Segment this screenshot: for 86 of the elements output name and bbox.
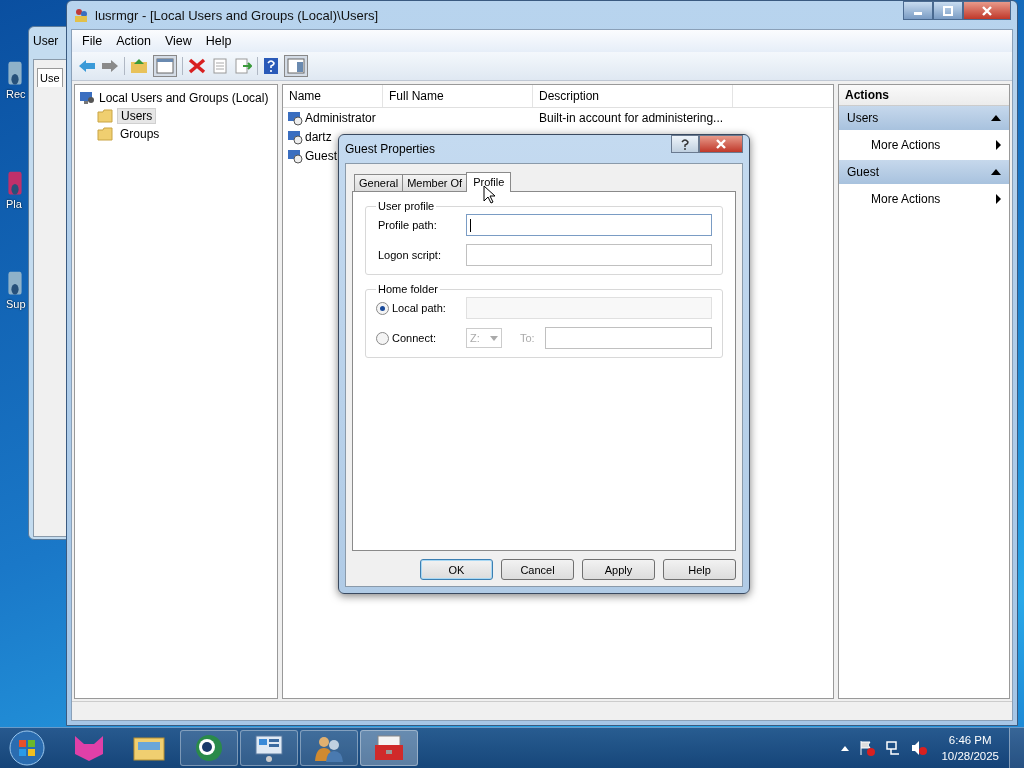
collapse-icon[interactable]: [991, 169, 1001, 175]
tab[interactable]: Profile: [466, 172, 512, 192]
help-icon[interactable]: [263, 57, 279, 75]
dialog-title: Guest Properties: [345, 142, 436, 156]
field-label: Profile path:: [377, 219, 438, 231]
monitor-icon[interactable]: [252, 733, 286, 763]
submenu-arrow-icon[interactable]: [996, 194, 1001, 204]
input-field[interactable]: [466, 244, 712, 266]
close-button[interactable]: [699, 135, 743, 153]
desktop-icon-label[interactable]: Sup: [6, 298, 26, 310]
desktop-shortcut-icon[interactable]: [6, 270, 24, 298]
action-pane-icon[interactable]: [284, 55, 308, 77]
window-title: lusrmgr - [Local Users and Groups (Local)\Users]: [95, 7, 379, 23]
help-button[interactable]: [671, 135, 699, 153]
menu-item[interactable]: View: [158, 33, 198, 49]
dialog-button[interactable]: Cancel: [501, 559, 574, 580]
computer-users-icon: [79, 90, 95, 106]
maximize-button[interactable]: [933, 1, 963, 20]
tab[interactable]: Member Of: [402, 174, 468, 191]
flag-warning-icon[interactable]: [859, 740, 876, 756]
action-link[interactable]: More Actions: [871, 138, 941, 152]
dialog-button[interactable]: Apply: [582, 559, 655, 580]
radio-button[interactable]: [376, 301, 389, 315]
console-tree-icon[interactable]: [153, 55, 177, 77]
menu-item[interactable]: Action: [110, 33, 157, 49]
radio-button[interactable]: [376, 331, 389, 345]
folder-icon: [97, 127, 113, 141]
users-app-icon: [73, 7, 89, 23]
toolbox-icon[interactable]: [372, 733, 406, 763]
tab[interactable]: General: [354, 174, 404, 191]
input-field[interactable]: [466, 214, 712, 236]
input-field[interactable]: [544, 327, 712, 349]
dialog-button[interactable]: OK: [420, 559, 493, 580]
cat-face-icon[interactable]: [72, 734, 106, 762]
user-icon: [287, 147, 303, 164]
user-icon: [287, 128, 303, 145]
folder-up-icon[interactable]: [130, 58, 148, 74]
delete-icon[interactable]: [188, 58, 206, 74]
show-hidden-icons-icon[interactable]: [841, 745, 850, 751]
field-label: To:: [520, 332, 535, 344]
minimize-button[interactable]: [903, 1, 933, 20]
back-arrow-icon[interactable]: [78, 58, 96, 74]
close-button[interactable]: [963, 1, 1011, 20]
tree-item[interactable]: Users: [117, 108, 157, 124]
dialog-button[interactable]: Help: [663, 559, 736, 580]
start-button[interactable]: [8, 729, 46, 767]
menu-item[interactable]: File: [76, 33, 109, 49]
desktop-icon-label[interactable]: Rec: [6, 88, 26, 100]
close-icon[interactable]: [716, 139, 726, 149]
menu-item[interactable]: Help: [199, 33, 238, 49]
column-header[interactable]: Description: [533, 85, 733, 107]
submenu-arrow-icon[interactable]: [996, 140, 1001, 150]
column-header[interactable]: Full Name: [383, 85, 533, 107]
forward-arrow-icon[interactable]: [101, 58, 119, 74]
action-section-header[interactable]: Users: [839, 106, 1009, 130]
clock-date[interactable]: 10/28/2025: [941, 748, 999, 764]
tree-item[interactable]: Local Users and Groups (Local): [99, 91, 269, 105]
close-icon[interactable]: [982, 5, 992, 16]
network-icon[interactable]: [885, 740, 902, 756]
collapse-icon[interactable]: [991, 115, 1001, 121]
question-mark-icon[interactable]: [680, 138, 690, 150]
column-header[interactable]: Name: [283, 85, 383, 107]
show-desktop-button[interactable]: [1009, 728, 1024, 768]
user-description: Built-in account for administering...: [539, 110, 724, 125]
folder-icon[interactable]: [132, 734, 166, 762]
clock-time[interactable]: 6:46 PM: [948, 732, 992, 748]
export-icon[interactable]: [234, 58, 252, 74]
folder-icon: [97, 109, 113, 123]
desktop-icon-label[interactable]: Pla: [6, 198, 22, 210]
group-label: Home folder: [377, 283, 439, 295]
speaker-muted-icon[interactable]: [911, 740, 928, 756]
user-name[interactable]: Administrator: [305, 110, 376, 125]
radio-label[interactable]: Local path:: [392, 302, 466, 314]
field-label: Logon script:: [377, 249, 442, 261]
tree-item[interactable]: Groups: [117, 127, 163, 141]
actions-title: Actions: [839, 85, 1009, 106]
action-section-header[interactable]: Guest: [839, 160, 1009, 184]
action-link[interactable]: More Actions: [871, 192, 941, 206]
user-name[interactable]: dartz: [305, 129, 332, 144]
user-icon: [287, 109, 303, 126]
radio-label[interactable]: Connect:: [392, 332, 466, 344]
user-name[interactable]: Guest: [305, 148, 337, 163]
tab[interactable]: Use: [37, 68, 63, 87]
window-title: User: [32, 33, 60, 50]
group-label: User profile: [377, 200, 436, 212]
desktop-shortcut-icon[interactable]: [6, 60, 24, 88]
